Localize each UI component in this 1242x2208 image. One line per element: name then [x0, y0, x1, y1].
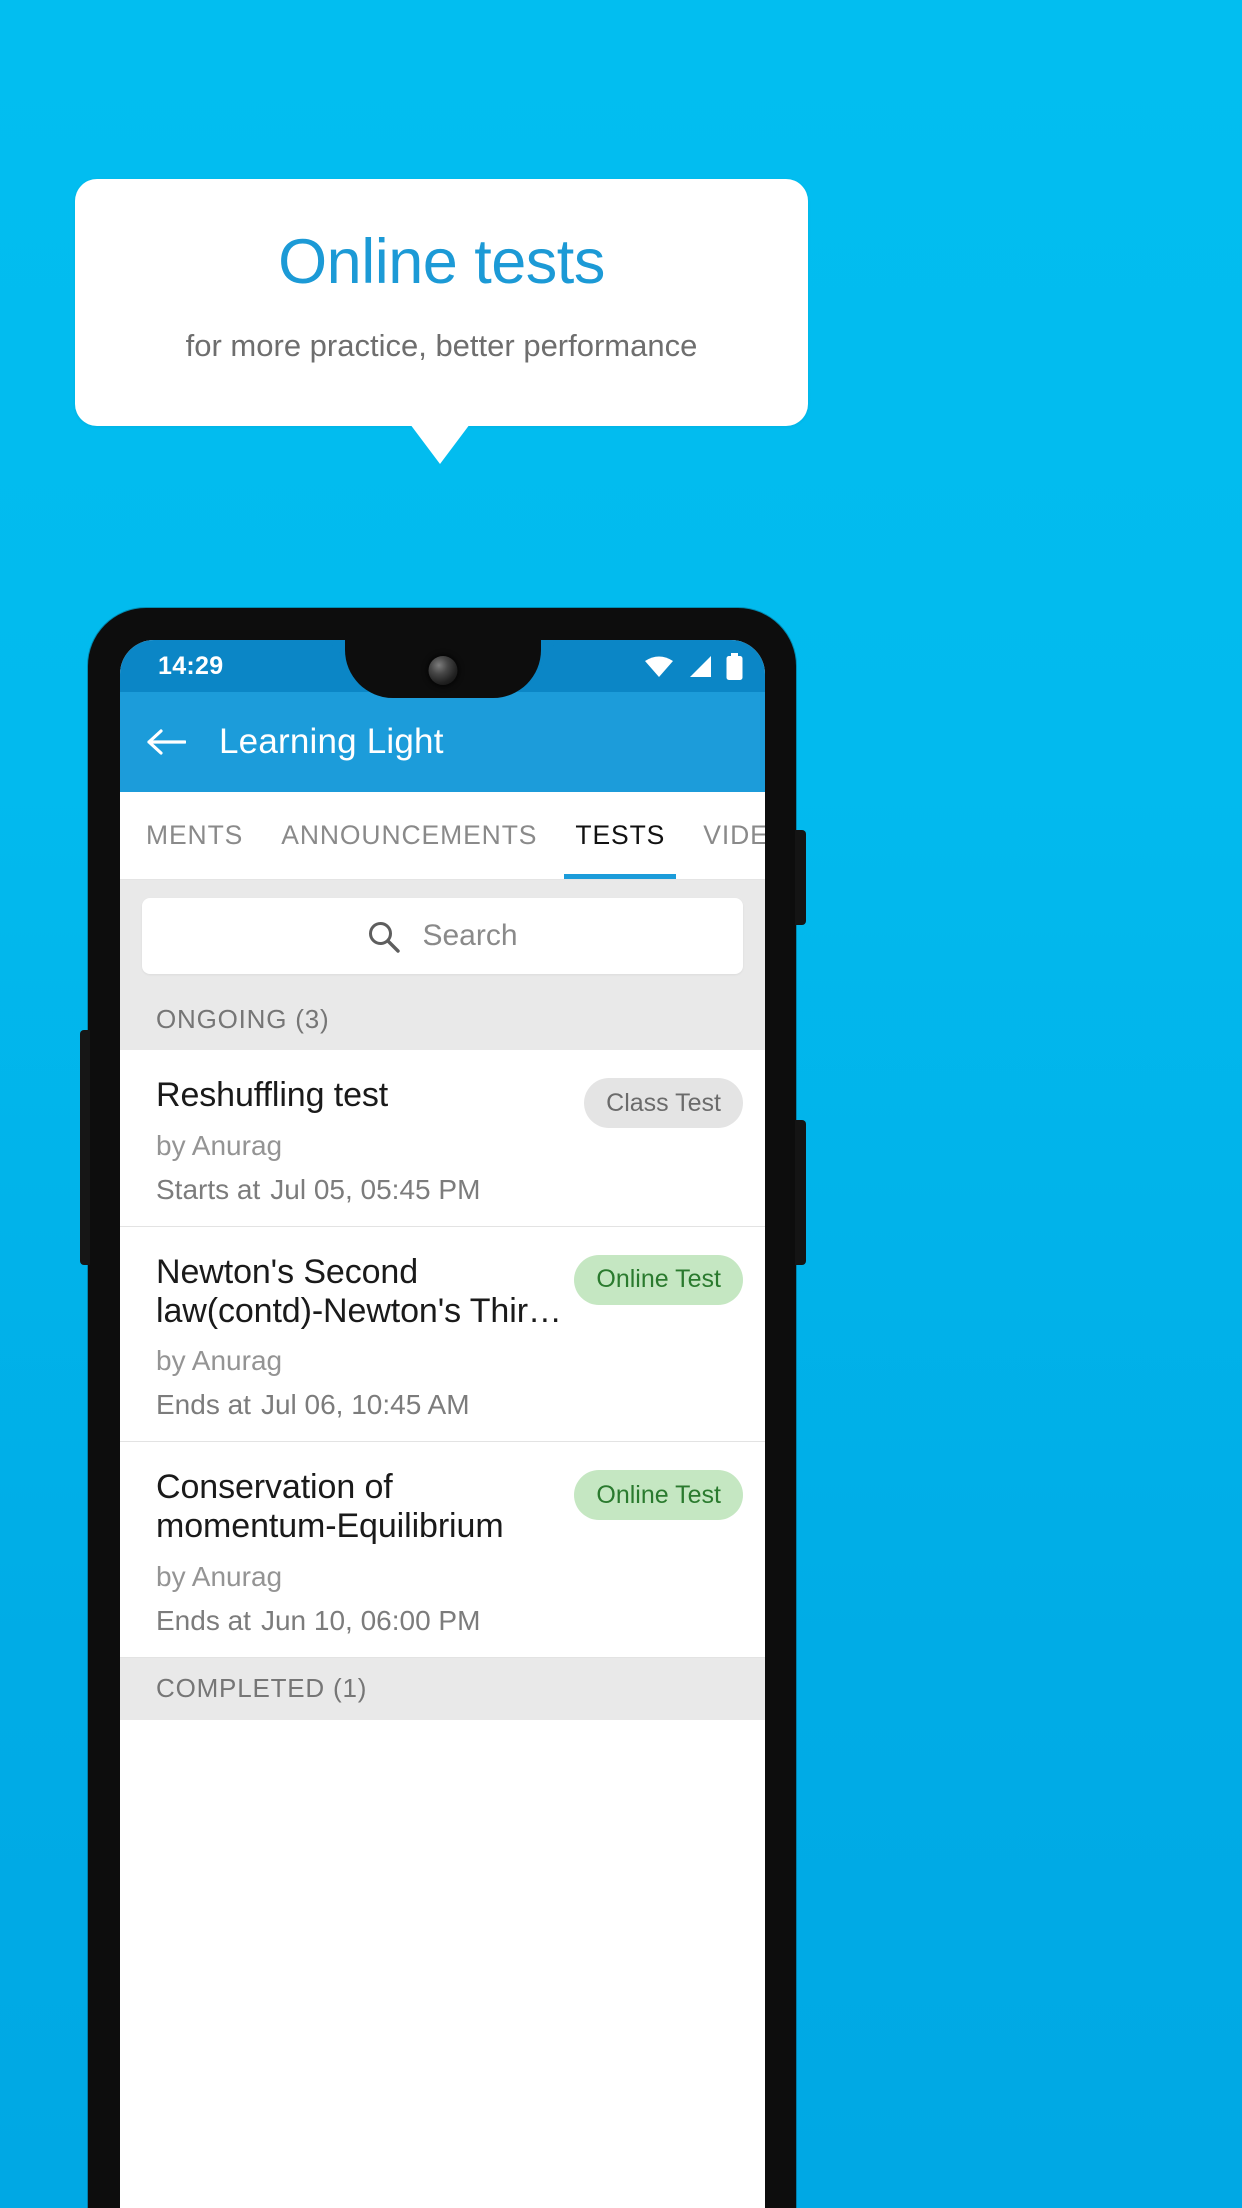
- back-arrow-icon[interactable]: [146, 722, 186, 762]
- tab-assignments[interactable]: MENTS: [120, 792, 262, 879]
- test-time: Ends at Jul 06, 10:45 AM: [156, 1391, 562, 1419]
- tab-videos[interactable]: VIDEOS: [684, 792, 765, 879]
- test-item-content: Reshuffling test by Anurag Starts at Jul …: [156, 1076, 584, 1204]
- tab-announcements[interactable]: ANNOUNCEMENTS: [262, 792, 556, 879]
- test-type-badge: Online Test: [574, 1470, 743, 1521]
- search-input[interactable]: Search: [142, 898, 743, 974]
- test-time-value: Jul 06, 10:45 AM: [260, 1389, 470, 1421]
- wifi-icon: [644, 655, 674, 679]
- cellular-signal-icon: [687, 655, 713, 679]
- promo-title: Online tests: [278, 227, 605, 297]
- front-camera-icon: [428, 656, 457, 685]
- promo-subtitle: for more practice, better performance: [185, 328, 698, 363]
- test-title: Reshuffling test: [156, 1076, 389, 1114]
- test-time: Ends at Jun 10, 06:00 PM: [156, 1604, 562, 1636]
- section-header-completed: COMPLETED (1): [120, 1657, 765, 1720]
- phone-side-button-left: [80, 1030, 90, 1265]
- test-title: Newton's Second law(contd)-Newton's Thir…: [156, 1252, 562, 1330]
- promo-speech-bubble: Online tests for more practice, better p…: [75, 179, 808, 426]
- test-time-label: Ends at: [156, 1389, 251, 1421]
- test-type-badge: Online Test: [574, 1254, 743, 1305]
- test-list-item[interactable]: Newton's Second law(contd)-Newton's Thir…: [120, 1226, 765, 1443]
- status-icons: [644, 653, 743, 680]
- app-bar-title: Learning Light: [219, 722, 444, 761]
- battery-icon: [726, 653, 743, 680]
- test-list-item[interactable]: Conservation of momentum-Equilibrium by …: [120, 1442, 765, 1658]
- phone-power-button: [795, 830, 806, 925]
- notch-right-curve: [540, 640, 571, 670]
- status-time: 14:29: [158, 652, 224, 680]
- notch-left-curve: [314, 640, 345, 670]
- tab-bar: MENTS ANNOUNCEMENTS TESTS VIDEOS: [120, 792, 765, 880]
- test-list-item[interactable]: Reshuffling test by Anurag Starts at Jul …: [120, 1050, 765, 1227]
- app-bar: Learning Light: [120, 692, 765, 792]
- test-time-value: Jul 05, 05:45 PM: [270, 1173, 481, 1205]
- test-author: by Anurag: [156, 1560, 283, 1592]
- test-title: Conservation of momentum-Equilibrium: [156, 1468, 504, 1545]
- speech-bubble-tail-icon: [410, 424, 470, 464]
- status-bar: 14:29: [120, 640, 765, 698]
- test-time-label: Ends at: [156, 1604, 251, 1636]
- search-icon: [367, 920, 401, 953]
- test-time-label: Starts at: [156, 1173, 261, 1205]
- test-time: Starts at Jul 05, 05:45 PM: [156, 1173, 572, 1205]
- test-author: by Anurag: [156, 1129, 283, 1161]
- test-author: by Anurag: [156, 1345, 283, 1377]
- test-item-content: Newton's Second law(contd)-Newton's Thir…: [156, 1253, 574, 1420]
- section-header-ongoing: ONGOING (3): [120, 988, 765, 1050]
- test-item-content: Conservation of momentum-Equilibrium by …: [156, 1468, 574, 1635]
- search-container: Search: [120, 880, 765, 988]
- phone-screen: 14:29 Learning Light MENTS ANNOUNCEMENTS…: [120, 640, 765, 2208]
- tab-tests[interactable]: TESTS: [556, 792, 684, 879]
- search-placeholder: Search: [422, 919, 518, 952]
- test-type-badge: Class Test: [584, 1078, 743, 1128]
- test-time-value: Jun 10, 06:00 PM: [260, 1604, 481, 1636]
- phone-volume-button: [795, 1120, 806, 1265]
